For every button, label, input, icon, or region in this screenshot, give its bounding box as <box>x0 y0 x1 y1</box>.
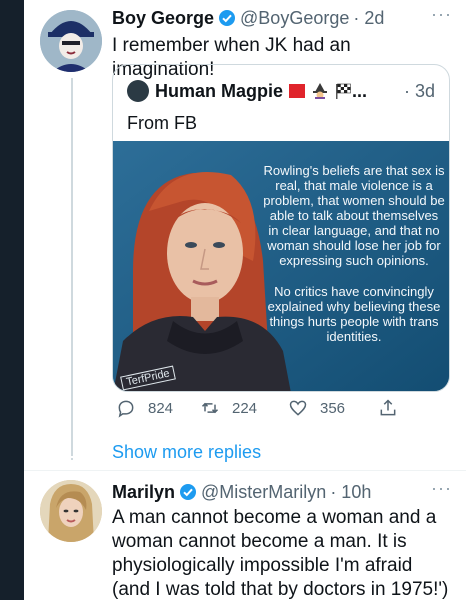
verified-badge-icon <box>179 483 197 501</box>
tweet1-author-name[interactable]: Boy George <box>112 8 214 29</box>
thread-connector-line <box>71 78 73 456</box>
share-icon <box>380 399 396 416</box>
tweet2-author-name[interactable]: Marilyn <box>112 482 175 503</box>
quoted-tweet-name-ellipsis: ... <box>352 80 368 101</box>
quoted-tweet-author-name[interactable]: Human Magpie <box>155 81 283 102</box>
verified-badge-icon <box>218 9 236 27</box>
quoted-tweet-avatar[interactable] <box>127 80 149 102</box>
like-count: 356 <box>320 399 346 417</box>
tweet1-time[interactable]: · 2d <box>353 8 384 29</box>
tweet2-header: Marilyn @MisterMarilyn · 10h <box>112 480 371 504</box>
retweet-icon <box>201 402 219 414</box>
avatar-marilyn[interactable] <box>40 480 102 542</box>
tweet2-handle[interactable]: @MisterMarilyn <box>201 482 326 503</box>
share-button[interactable] <box>378 398 410 418</box>
more-dots-icon[interactable]: ··· <box>431 4 452 25</box>
chequered-flag-emoji-icon <box>334 83 352 99</box>
quoted-tweet-text: From FB <box>127 113 197 133</box>
quoted-tweet-image[interactable]: Rowling's beliefs are that sex is real, … <box>113 141 449 391</box>
tweet2-time[interactable]: · 10h <box>330 482 371 503</box>
retweet-button[interactable]: 224 <box>200 398 257 418</box>
quoted-tweet-card[interactable]: Human Magpie ... · 3d From FB Rowling's … <box>112 64 450 392</box>
tweet1-action-bar: 824 224 356 <box>112 398 402 422</box>
red-square-emoji-icon <box>288 83 306 99</box>
like-icon <box>289 400 307 416</box>
avatar-boy-george[interactable] <box>40 10 102 72</box>
thread-connector-dots <box>71 446 73 460</box>
quoted-tweet-header: Human Magpie ... <box>127 79 367 103</box>
quoted-tweet-time[interactable]: · 3d <box>404 81 435 102</box>
tweet1-header: Boy George @BoyGeorge · 2d <box>112 6 384 30</box>
tweet2-text: A man cannot become a woman and a woman … <box>112 507 449 600</box>
more-dots-icon[interactable]: ··· <box>431 478 452 499</box>
image-caption-text: Rowling's beliefs are that sex is real, … <box>263 163 445 344</box>
tweet1-handle[interactable]: @BoyGeorge <box>240 8 349 29</box>
reply-button[interactable]: 824 <box>116 398 173 418</box>
retweet-count: 224 <box>232 399 258 417</box>
reply-divider <box>24 470 466 471</box>
left-panel-edge <box>0 0 24 600</box>
witch-emoji-icon <box>311 83 329 99</box>
reply-count: 824 <box>148 399 174 417</box>
show-more-replies-link[interactable]: Show more replies <box>112 442 261 463</box>
image-caption-paragraph-1: Rowling's beliefs are that sex is real, … <box>263 163 445 268</box>
image-caption-paragraph-2: No critics have convincingly explained w… <box>267 284 441 344</box>
like-button[interactable]: 356 <box>288 398 345 418</box>
reply-icon <box>118 400 134 418</box>
